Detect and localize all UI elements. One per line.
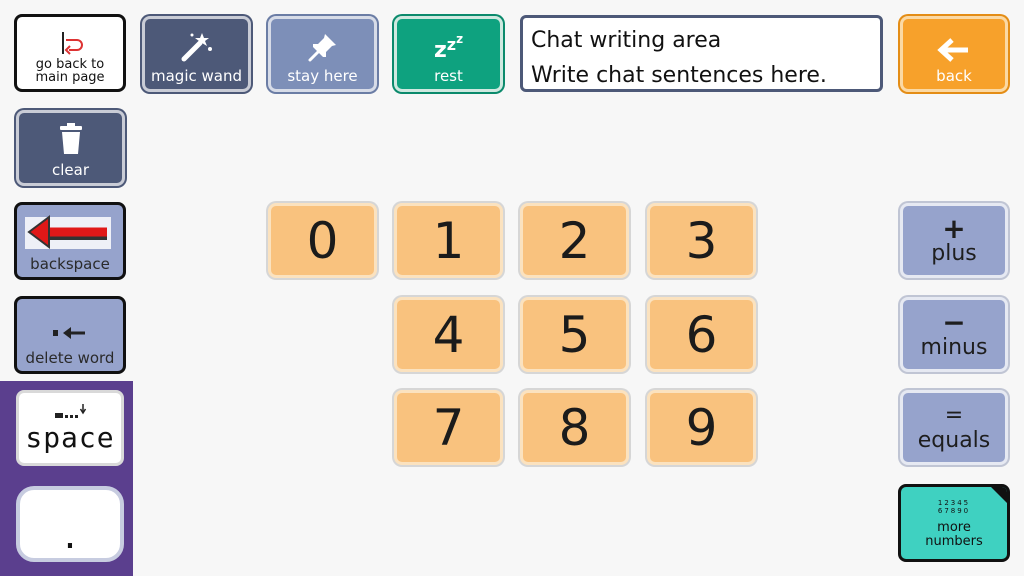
digit-2: 2 (558, 211, 591, 270)
rest-button[interactable]: zzz rest (394, 16, 503, 92)
equals-button[interactable]: = equals (900, 390, 1008, 465)
delete-word-label: delete word (25, 349, 115, 368)
minus-button[interactable]: − minus (900, 297, 1008, 372)
digit-3: 3 (685, 211, 718, 270)
plus-button[interactable]: + plus (900, 203, 1008, 278)
chat-title: Chat writing area (531, 28, 722, 53)
digit-5: 5 (558, 305, 591, 364)
more-numbers-label: more numbers (925, 520, 983, 549)
digit-key-7[interactable]: 7 (394, 390, 503, 465)
magic-wand-icon (180, 31, 214, 63)
clear-button[interactable]: clear (16, 110, 125, 186)
left-arrow-icon (937, 37, 971, 63)
main-page-label: go back to main page (35, 56, 105, 86)
digit-4: 4 (432, 305, 465, 364)
digit-key-0[interactable]: 0 (268, 203, 377, 278)
space-icon (53, 403, 87, 421)
digit-8: 8 (558, 398, 591, 457)
magic-wand-button[interactable]: magic wand (142, 16, 251, 92)
plus-label: plus (931, 240, 977, 266)
stay-here-label: stay here (287, 67, 358, 86)
digit-key-4[interactable]: 4 (394, 297, 503, 372)
return-arrow-icon (55, 30, 85, 56)
backspace-button[interactable]: backspace (14, 202, 126, 280)
preview-line-2: 67890 (937, 507, 971, 516)
equals-symbol: = (944, 402, 964, 428)
plus-symbol: + (942, 211, 966, 245)
clear-label: clear (51, 161, 89, 180)
main-page-button[interactable]: go back to main page (14, 14, 126, 92)
trash-icon (57, 123, 85, 155)
digit-6: 6 (685, 305, 718, 364)
digit-key-3[interactable]: 3 (647, 203, 756, 278)
digit-9: 9 (685, 398, 718, 457)
space-button[interactable]: space (16, 390, 124, 466)
preview-line-1: 12345 (937, 499, 971, 508)
digit-key-8[interactable]: 8 (520, 390, 629, 465)
period-label: . (63, 512, 77, 558)
folder-corner-icon (988, 487, 1007, 506)
delete-word-icon (53, 325, 87, 341)
space-label: space (25, 421, 115, 455)
digit-key-9[interactable]: 9 (647, 390, 756, 465)
backspace-label: backspace (30, 255, 110, 274)
digit-key-5[interactable]: 5 (520, 297, 629, 372)
chat-writing-area[interactable]: Chat writing area Write chat sentences h… (520, 15, 883, 92)
sleep-zzz-icon: zzz (433, 31, 464, 64)
magic-wand-label: magic wand (151, 67, 242, 86)
red-left-arrow-icon (25, 213, 115, 253)
digit-key-6[interactable]: 6 (647, 297, 756, 372)
minus-label: minus (920, 334, 988, 360)
digit-0: 0 (306, 211, 339, 270)
back-label: back (936, 67, 972, 86)
rest-label: rest (434, 67, 463, 86)
digit-1: 1 (432, 211, 465, 270)
more-numbers-button[interactable]: 12345 67890 more numbers (898, 484, 1010, 562)
minus-symbol: − (942, 305, 966, 339)
pushpin-icon (307, 31, 339, 63)
digit-7: 7 (432, 398, 465, 457)
delete-word-button[interactable]: delete word (14, 296, 126, 374)
chat-placeholder: Write chat sentences here. (531, 63, 827, 88)
back-button[interactable]: back (900, 16, 1008, 92)
digit-key-1[interactable]: 1 (394, 203, 503, 278)
stay-here-button[interactable]: stay here (268, 16, 377, 92)
equals-label: equals (917, 427, 991, 453)
period-button[interactable]: . (16, 486, 124, 562)
digit-key-2[interactable]: 2 (520, 203, 629, 278)
